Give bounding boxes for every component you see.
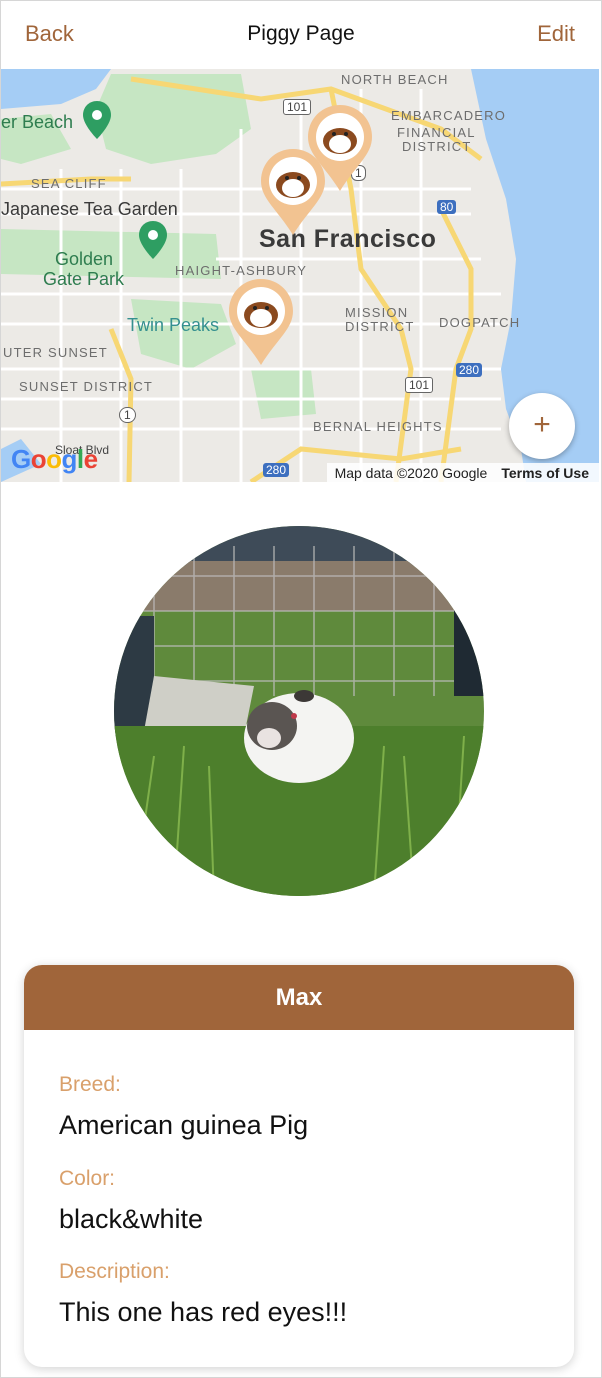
map-label-mission-district: DISTRICT — [345, 319, 415, 334]
color-label: Color: — [59, 1167, 116, 1190]
map-label-twin-peaks: Twin Peaks — [127, 315, 220, 335]
add-pin-button[interactable]: + — [509, 393, 575, 459]
highway-shield-101-south: 101 — [405, 377, 434, 393]
map-attribution: Map data ©2020 Google Terms of Use — [326, 463, 599, 482]
map-label-golden: Golden — [55, 249, 114, 269]
map-view[interactable]: NORTH BEACH EMBARCADERO FINANCIAL DISTRI… — [1, 69, 599, 482]
breed-value: American guinea Pig — [59, 1110, 309, 1140]
map-pin[interactable] — [259, 147, 327, 239]
highway-shield-280: 280 — [456, 363, 483, 377]
highway-shield-280-south: 280 — [263, 463, 290, 477]
map-pin[interactable] — [227, 277, 295, 369]
page-title: Piggy Page — [247, 22, 355, 45]
garden-marker-icon — [139, 221, 167, 259]
map-label-outer-sunset: UTER SUNSET — [3, 345, 108, 360]
map-label-district: DISTRICT — [402, 139, 472, 154]
map-label-north-beach: NORTH BEACH — [341, 72, 449, 87]
map-label-beach: er Beach — [1, 112, 74, 132]
map-label-sunset-district: SUNSET DISTRICT — [19, 379, 154, 394]
map-label-mission: MISSION — [345, 305, 409, 320]
description-label: Description: — [59, 1260, 170, 1283]
pet-name: Max — [24, 965, 574, 1030]
pet-info-card: Max Breed: American guinea Pig Color: bl… — [24, 965, 574, 1367]
map-label-financial: FINANCIAL — [397, 125, 476, 140]
map-label-dogpatch: DOGPATCH — [439, 315, 521, 330]
map-label-bernal-heights: BERNAL HEIGHTS — [313, 419, 443, 434]
google-logo[interactable]: Google — [11, 444, 98, 475]
breed-label: Breed: — [59, 1073, 121, 1096]
map-data-credit: Map data ©2020 Google — [334, 465, 488, 481]
terms-of-use-link[interactable]: Terms of Use — [501, 465, 589, 481]
guinea-pig-pin-icon — [229, 279, 293, 365]
pet-photo — [114, 526, 484, 896]
guinea-pig-photo-image — [114, 526, 484, 896]
nav-header: Back Piggy Page Edit — [1, 1, 601, 69]
highway-shield-1-south: 1 — [119, 407, 136, 423]
guinea-pig-pin-icon — [261, 149, 325, 235]
edit-button[interactable]: Edit — [537, 21, 575, 47]
map-label-tea-garden: Japanese Tea Garden — [1, 199, 178, 219]
description-value: This one has red eyes!!! — [59, 1297, 348, 1327]
color-value: black&white — [59, 1204, 204, 1234]
map-label-embarcadero: EMBARCADERO — [391, 108, 507, 123]
highway-shield-80: 80 — [437, 200, 457, 214]
map-label-haight: HAIGHT-ASHBURY — [175, 263, 308, 278]
park-marker-icon — [83, 101, 111, 139]
map-label-gate-park: Gate Park — [43, 269, 125, 289]
map-label-sea-cliff: SEA CLIFF — [31, 176, 107, 191]
